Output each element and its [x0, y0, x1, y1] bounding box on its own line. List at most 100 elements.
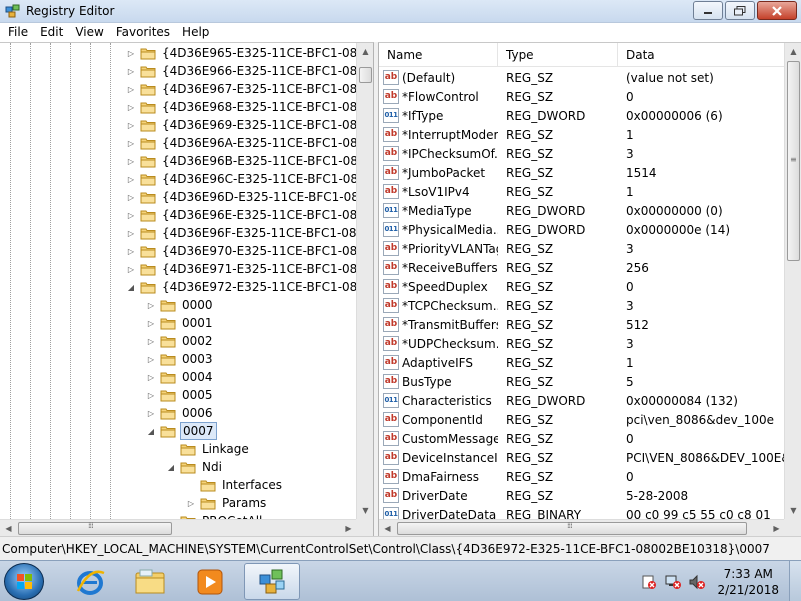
value-row[interactable]: ab DmaFairness REG_SZ 0 [379, 467, 785, 486]
scroll-down-icon[interactable]: ▼ [785, 502, 801, 519]
tree-expand-icon[interactable]: ▷ [126, 193, 136, 202]
tree-expand-icon[interactable]: ▷ [126, 139, 136, 148]
tree-expand-icon[interactable]: ▷ [126, 121, 136, 130]
menu-help[interactable]: Help [176, 23, 215, 42]
scroll-right-icon[interactable]: ▶ [768, 520, 785, 536]
value-row[interactable]: 011 *MediaType REG_DWORD 0x00000000 (0) [379, 201, 785, 220]
column-header-type[interactable]: Type [498, 43, 618, 67]
value-row[interactable]: ab CustomMessages REG_SZ 0 [379, 429, 785, 448]
scroll-left-icon[interactable]: ◀ [0, 520, 17, 536]
tree-node[interactable]: ▷ {4D36E966-E325-11CE-BFC1-08002BE [126, 62, 357, 80]
value-row[interactable]: ab DriverDate REG_SZ 5-28-2008 [379, 486, 785, 505]
value-row[interactable]: ab *TCPChecksum... REG_SZ 3 [379, 296, 785, 315]
volume-icon[interactable] [688, 574, 706, 590]
tree-node[interactable]: ▷ {4D36E96C-E325-11CE-BFC1-08002BE [126, 170, 357, 188]
tree-expand-icon[interactable]: ▷ [126, 211, 136, 220]
tree-node[interactable]: Linkage [166, 440, 251, 458]
values-list-pane[interactable]: Name Type Data ab (Default) REG_SZ (value n… [378, 42, 801, 536]
value-row[interactable]: ab *SpeedDuplex REG_SZ 0 [379, 277, 785, 296]
tree-node[interactable]: ▷ {4D36E96D-E325-11CE-BFC1-08002BE [126, 188, 357, 206]
tree-expand-icon[interactable]: ▷ [146, 319, 156, 328]
tree-expand-icon[interactable]: ▷ [126, 103, 136, 112]
tree-expand-icon[interactable]: ▷ [146, 337, 156, 346]
value-row[interactable]: ab *JumboPacket REG_SZ 1514 [379, 163, 785, 182]
value-row[interactable]: ab *UDPChecksum... REG_SZ 3 [379, 334, 785, 353]
tree-expand-icon[interactable]: ▷ [126, 157, 136, 166]
taskbar-internet-explorer[interactable] [62, 563, 118, 600]
tree-node[interactable]: ▷ {4D36E968-E325-11CE-BFC1-08002BE [126, 98, 357, 116]
minimize-button[interactable] [693, 1, 723, 20]
tree-expand-icon[interactable]: ▷ [146, 355, 156, 364]
value-row[interactable]: ab *ReceiveBuffers REG_SZ 256 [379, 258, 785, 277]
value-row[interactable]: ab BusType REG_SZ 5 [379, 372, 785, 391]
value-row[interactable]: ab (Default) REG_SZ (value not set) [379, 68, 785, 87]
value-row[interactable]: 011 DriverDateData REG_BINARY 00 c0 99 c5 5… [379, 505, 785, 519]
tree-expand-icon[interactable]: ▷ [126, 265, 136, 274]
menu-view[interactable]: View [69, 23, 109, 42]
tree-node[interactable]: ▷ {4D36E96F-E325-11CE-BFC1-08002BE [126, 224, 357, 242]
tree-scroll-thumb[interactable] [359, 67, 372, 83]
tree-expand-icon[interactable]: ▷ [126, 229, 136, 238]
tree-node[interactable]: ▷ {4D36E96E-E325-11CE-BFC1-08002BE [126, 206, 357, 224]
column-header-data[interactable]: Data [618, 43, 785, 67]
tree-horizontal-scrollbar[interactable]: ◀ ⁞⁞⁞ ▶ [0, 519, 357, 536]
tree-expand-icon[interactable]: ▷ [126, 85, 136, 94]
tree-node[interactable]: ◢ {4D36E972-E325-11CE-BFC1-08002BE [126, 278, 357, 296]
tree-node[interactable]: ▷ {4D36E965-E325-11CE-BFC1-08002BE [126, 44, 357, 62]
tree-node[interactable]: ▷ {4D36E967-E325-11CE-BFC1-08002BE [126, 80, 357, 98]
tree-node[interactable]: ▷ {4D36E969-E325-11CE-BFC1-08002BE [126, 116, 357, 134]
tree-node[interactable]: ▷ 0005 [146, 386, 215, 404]
start-button[interactable] [4, 563, 44, 600]
tree-node[interactable]: ▷ Params [186, 494, 269, 512]
tree-vertical-scrollbar[interactable]: ▲ ▼ [356, 43, 373, 519]
tree-expand-icon[interactable]: ▷ [146, 373, 156, 382]
value-row[interactable]: 011 *IfType REG_DWORD 0x00000006 (6) [379, 106, 785, 125]
menu-file[interactable]: File [2, 23, 34, 42]
action-center-icon[interactable] [640, 574, 658, 590]
tree-node[interactable]: ◢ Ndi [166, 458, 224, 476]
list-hscroll-thumb[interactable] [397, 522, 747, 535]
value-row[interactable]: 011 Characteristics REG_DWORD 0x00000084 (1… [379, 391, 785, 410]
tree-collapse-icon[interactable]: ◢ [166, 463, 176, 472]
scroll-left-icon[interactable]: ◀ [379, 520, 396, 536]
tree-node[interactable]: ▷ 0004 [146, 368, 215, 386]
value-row[interactable]: ab *PriorityVLANTag REG_SZ 3 [379, 239, 785, 258]
network-icon[interactable] [664, 574, 682, 590]
tree-node[interactable]: ▷ 0000 [146, 296, 215, 314]
scroll-right-icon[interactable]: ▶ [340, 520, 357, 536]
tree-expand-icon[interactable]: ▷ [126, 247, 136, 256]
tree-expand-icon[interactable]: ▷ [126, 175, 136, 184]
tree-collapse-icon[interactable]: ◢ [146, 427, 156, 436]
value-row[interactable]: ab AdaptiveIFS REG_SZ 1 [379, 353, 785, 372]
tree-node[interactable]: PROCetAll [166, 512, 265, 519]
taskbar-media-player[interactable] [182, 563, 238, 600]
tree-node[interactable]: ▷ {4D36E96A-E325-11CE-BFC1-08002BE [126, 134, 357, 152]
taskbar-windows-explorer[interactable] [122, 563, 178, 600]
tree-expand-icon[interactable]: ▷ [126, 67, 136, 76]
value-row[interactable]: ab ComponentId REG_SZ pci\ven_8086&dev_100e [379, 410, 785, 429]
tree-collapse-icon[interactable]: ◢ [126, 283, 136, 292]
value-row[interactable]: ab *LsoV1IPv4 REG_SZ 1 [379, 182, 785, 201]
menu-favorites[interactable]: Favorites [110, 23, 176, 42]
key-tree-pane[interactable]: ▷ {4D36E965-E325-11CE-BFC1-08002BE ▷ {4D36E… [0, 42, 374, 536]
list-horizontal-scrollbar[interactable]: ◀ ⁞⁞⁞ ▶ [379, 519, 785, 536]
tree-node[interactable]: ▷ 0003 [146, 350, 215, 368]
scroll-down-icon[interactable]: ▼ [357, 502, 373, 519]
maximize-button[interactable] [725, 1, 755, 20]
tree-node[interactable]: ◢ 0007 [146, 422, 217, 440]
value-row[interactable]: 011 *PhysicalMedia... REG_DWORD 0x0000000e … [379, 220, 785, 239]
tree-expand-icon[interactable]: ▷ [126, 49, 136, 58]
value-row[interactable]: ab DeviceInstanceID REG_SZ PCI\VEN_8086&DEV… [379, 448, 785, 467]
tree-hscroll-thumb[interactable] [18, 522, 172, 535]
column-header-name[interactable]: Name [379, 43, 498, 67]
tree-node[interactable]: ▷ 0006 [146, 404, 215, 422]
tree-expand-icon[interactable]: ▷ [146, 301, 156, 310]
tree-node[interactable]: ▷ 0001 [146, 314, 215, 332]
tree-node[interactable]: ▷ {4D36E971-E325-11CE-BFC1-08002BE [126, 260, 357, 278]
value-row[interactable]: ab *IPChecksumOf... REG_SZ 3 [379, 144, 785, 163]
scroll-up-icon[interactable]: ▲ [785, 43, 801, 60]
value-row[interactable]: ab *FlowControl REG_SZ 0 [379, 87, 785, 106]
show-desktop-button[interactable] [789, 561, 801, 601]
taskbar-registry-editor[interactable] [244, 563, 300, 600]
tree-node[interactable]: Interfaces [186, 476, 284, 494]
